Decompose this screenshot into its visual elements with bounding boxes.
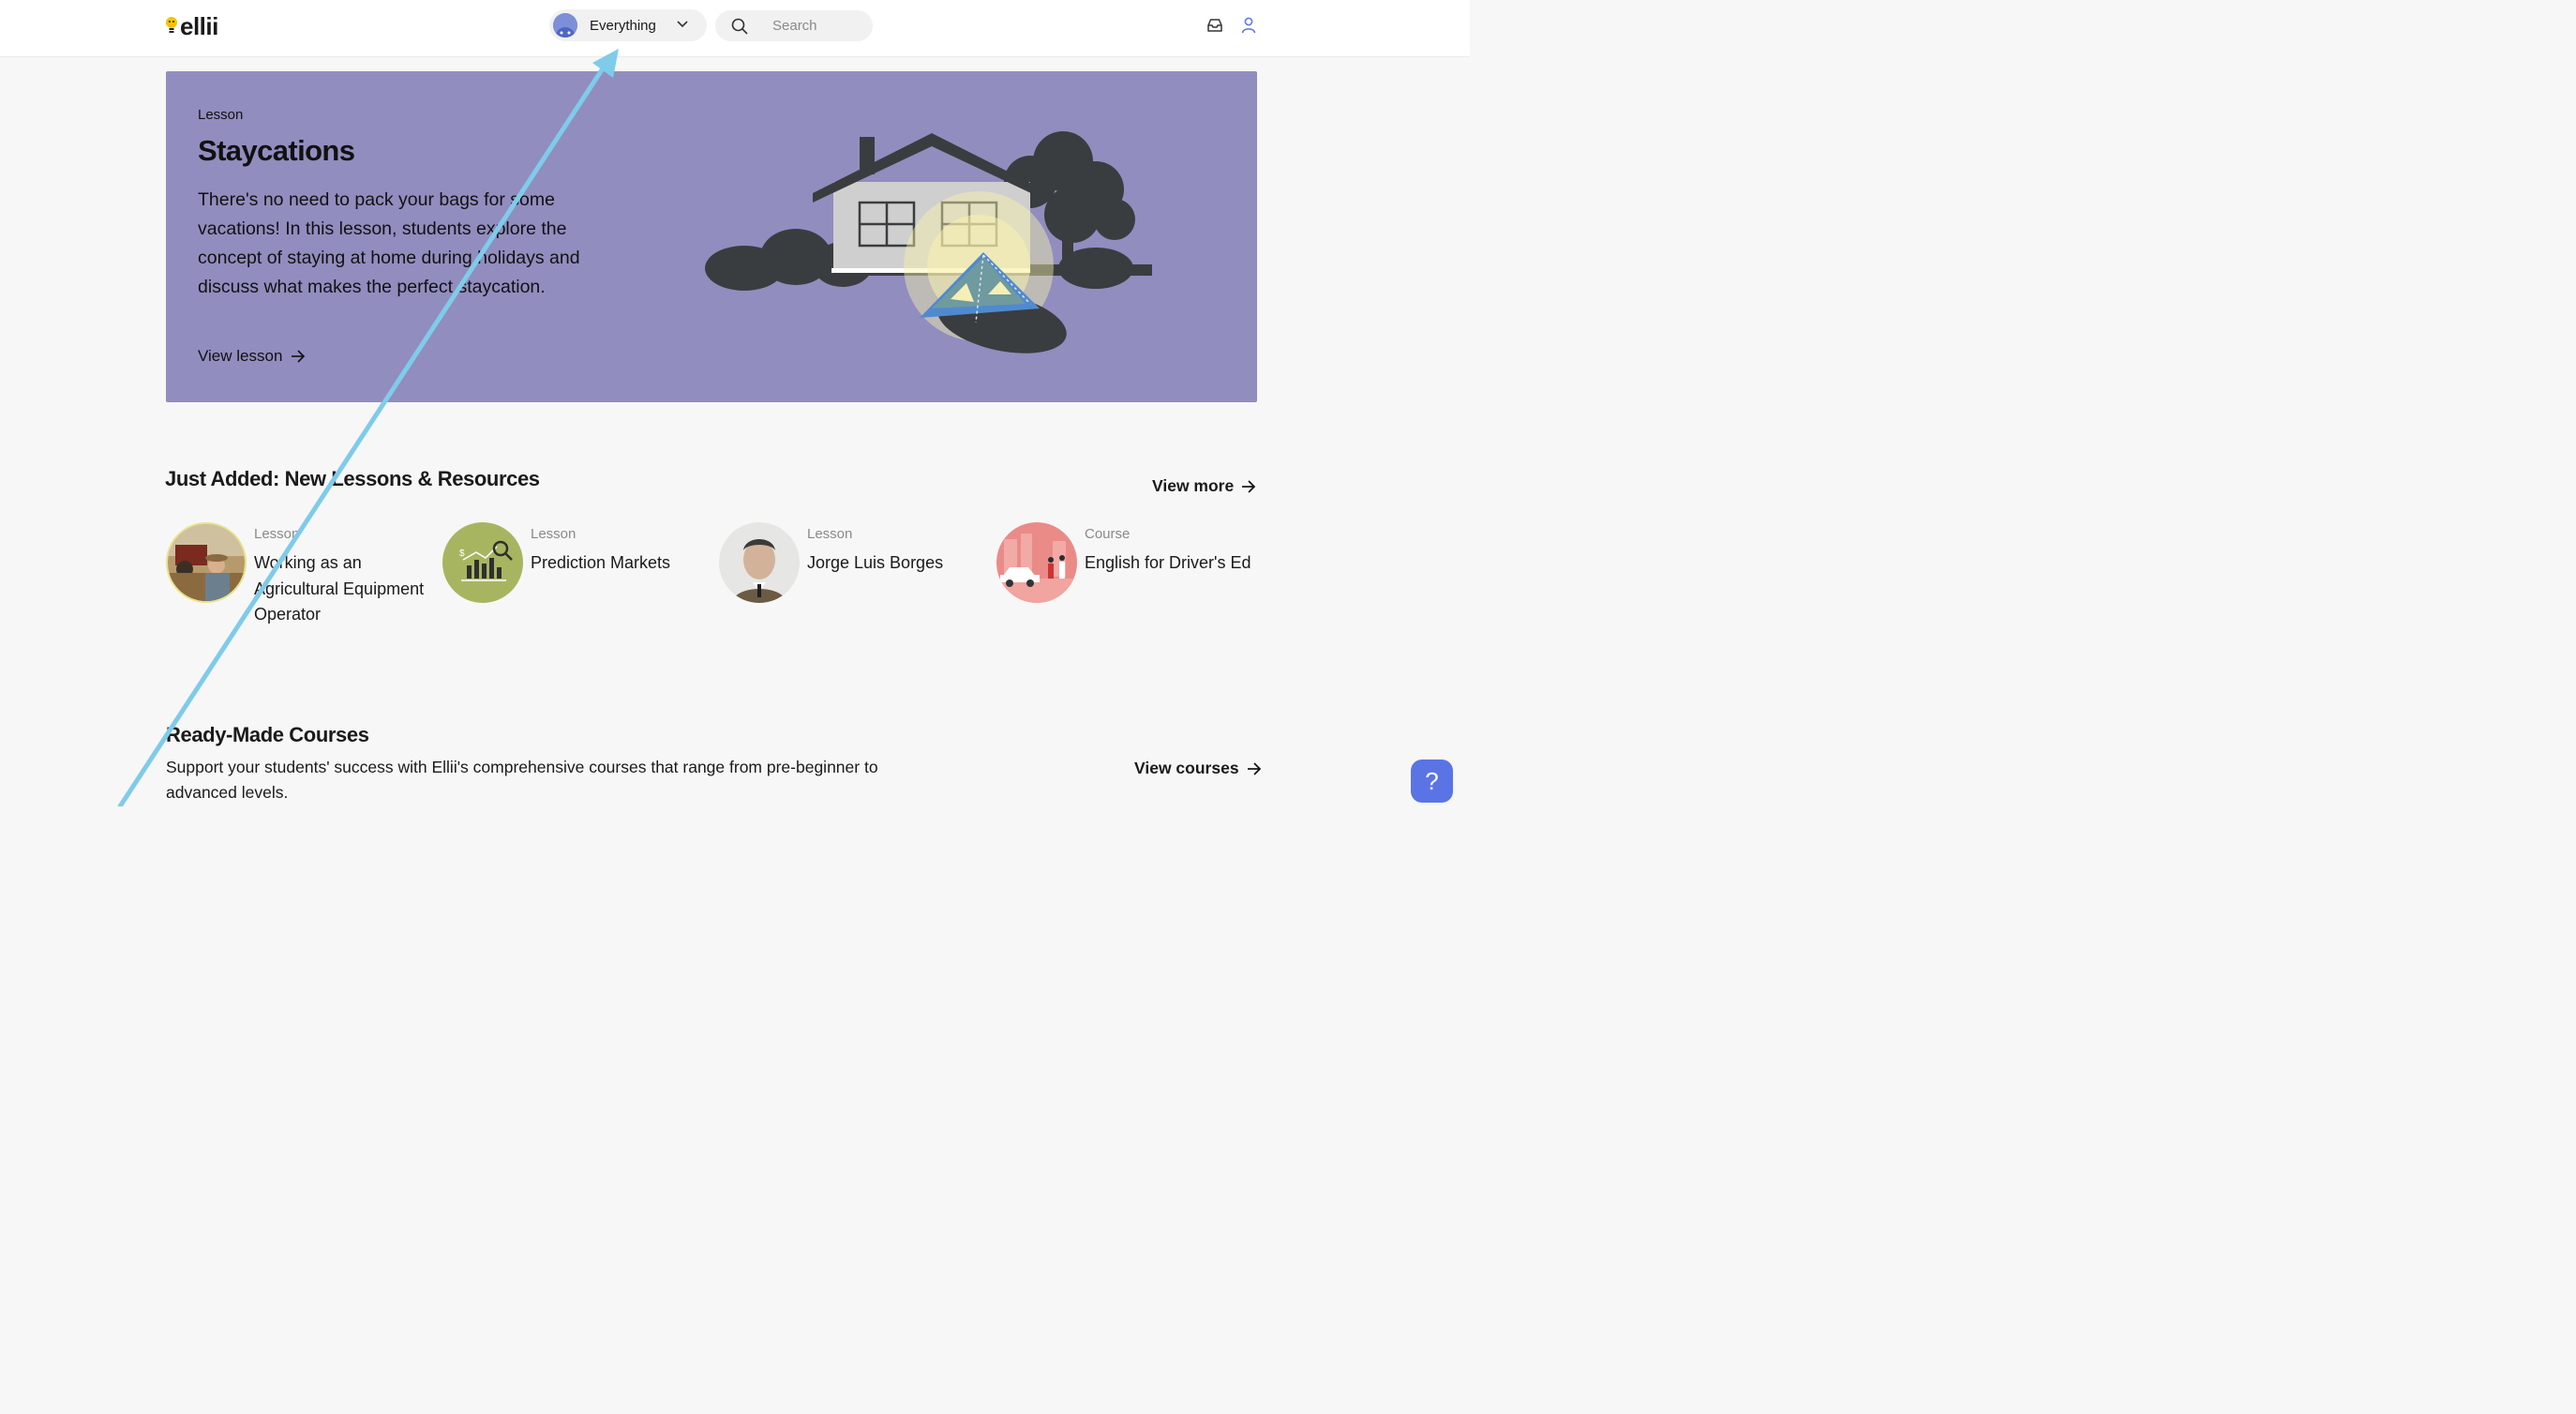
- logo-text: ellii: [180, 11, 218, 40]
- search-box[interactable]: [715, 10, 873, 41]
- ellii-logo[interactable]: ellii: [165, 11, 218, 41]
- list-item[interactable]: $ Lesson Prediction Markets: [442, 522, 714, 635]
- scope-selector[interactable]: Everything: [549, 9, 707, 41]
- view-courses-link[interactable]: View courses: [1134, 759, 1262, 778]
- arrow-right-icon: [1242, 479, 1256, 493]
- card-title: Working as an Agricultural Equipment Ope…: [254, 553, 425, 624]
- view-courses-label: View courses: [1134, 759, 1239, 777]
- ready-made-courses-heading: Ready-Made Courses: [166, 723, 369, 746]
- search-input[interactable]: [771, 17, 868, 35]
- list-item[interactable]: Lesson Working as an Agricultural Equipm…: [166, 522, 438, 635]
- hero-title: Staycations: [198, 134, 355, 167]
- card-title: Jorge Luis Borges: [807, 553, 944, 572]
- view-lesson-link[interactable]: View lesson: [198, 347, 306, 366]
- help-icon: ?: [1425, 766, 1439, 795]
- lightbulb-icon: [166, 17, 177, 33]
- svg-text:$: $: [459, 549, 465, 559]
- prediction-markets-thumbnail: $: [442, 522, 523, 603]
- view-more-label: View more: [1152, 476, 1235, 495]
- list-item[interactable]: Lesson Jorge Luis Borges: [719, 522, 991, 635]
- card-type: Lesson: [807, 526, 853, 542]
- search-icon: [731, 18, 748, 35]
- card-type: Lesson: [254, 526, 300, 542]
- arrow-right-icon: [292, 350, 306, 363]
- view-lesson-label: View lesson: [198, 347, 283, 365]
- help-button[interactable]: ?: [1411, 760, 1453, 803]
- jorge-luis-borges-portrait: [719, 522, 800, 603]
- just-added-heading: Just Added: New Lessons & Resources: [165, 467, 540, 490]
- featured-lesson-banner[interactable]: Lesson Staycations There's no need to pa…: [166, 71, 1257, 402]
- scope-label: Everything: [590, 17, 656, 34]
- hero-description: There's no need to pack your bags for so…: [198, 189, 580, 297]
- staycation-illustration: [705, 131, 1152, 354]
- inbox-icon[interactable]: [1206, 17, 1223, 34]
- card-type: Lesson: [531, 526, 577, 542]
- card-type: Course: [1085, 526, 1131, 542]
- view-more-link[interactable]: View more: [1152, 476, 1256, 496]
- arrow-right-icon: [1247, 761, 1261, 775]
- card-title: Prediction Markets: [531, 553, 671, 572]
- scope-avatar-icon: [553, 13, 577, 38]
- list-item[interactable]: Course English for Driver's Ed: [996, 522, 1268, 635]
- hero-kicker: Lesson: [198, 107, 244, 123]
- agriculture-thumbnail: [166, 522, 247, 603]
- card-title: English for Driver's Ed: [1085, 553, 1251, 572]
- user-icon[interactable]: [1241, 17, 1256, 34]
- chevron-down-icon: [677, 21, 688, 28]
- drivers-ed-thumbnail: [996, 522, 1077, 603]
- courses-description: Support your students' success with Elli…: [166, 758, 878, 802]
- top-navigation-bar: ellii Everything: [0, 0, 1470, 57]
